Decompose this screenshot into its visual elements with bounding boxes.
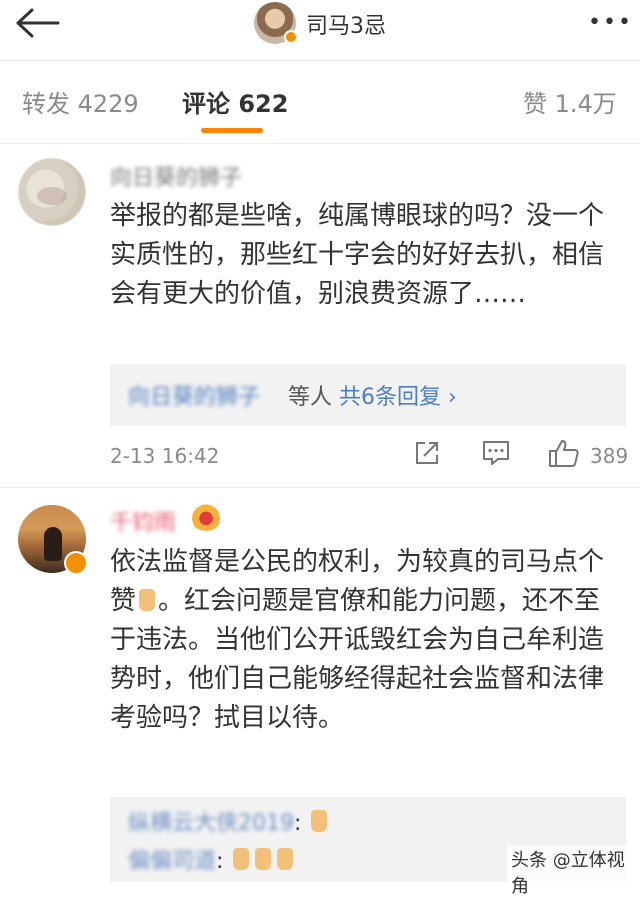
comment-username[interactable]: 向日葵的狮子 [110, 160, 242, 192]
thumbs-up-emoji [255, 848, 272, 870]
comment-username[interactable]: 千钧雨 [110, 505, 176, 537]
avatar[interactable] [18, 158, 86, 226]
share-icon[interactable] [414, 440, 440, 466]
reply-colon: : [216, 849, 224, 874]
view-replies-link[interactable]: 共6条回复 › [339, 385, 457, 410]
comment-icon[interactable] [482, 440, 510, 466]
divider [0, 60, 640, 61]
back-arrow-icon[interactable] [14, 8, 60, 38]
comment-text-part: 。红会问题是官僚和能力问题，还不至于违法。当他们公开诋毁红会为自己牟利造势时，他… [110, 586, 605, 733]
reply-line[interactable]: 偏偏司道: [128, 843, 296, 875]
comment-text: 举报的都是些啥，纯属博眼球的吗？没一个实质性的，那些红十字会的好好去扒，相信会有… [110, 201, 605, 309]
divider [0, 143, 640, 144]
tab-repost[interactable]: 转发 4229 [22, 84, 139, 119]
more-icon[interactable]: ••• [588, 10, 633, 35]
comment-text: 依法监督是公民的权利，为较真的司马点个赞 。红会问题是官僚和能力问题，还不至于违法… [110, 543, 620, 738]
divider [0, 487, 640, 488]
thumbs-up-emoji [139, 589, 156, 611]
reply-line[interactable]: 纵横云大侠2019: [128, 805, 330, 837]
page-title[interactable]: 司马3忌 [306, 8, 386, 40]
reply-etc-label: 等人 [288, 385, 333, 410]
thumbs-up-emoji [277, 848, 294, 870]
reply-username[interactable]: 向日葵的狮子 [128, 379, 260, 411]
crown-icon [190, 503, 222, 531]
tab-active-indicator [201, 128, 263, 133]
top-bar: 司马3忌 ••• [0, 0, 640, 46]
thumbs-up-emoji [311, 810, 328, 832]
reply-username[interactable]: 纵横云大侠2019 [128, 811, 294, 836]
verified-badge-icon [64, 551, 88, 575]
tab-like[interactable]: 赞 1.4万 [523, 84, 617, 119]
comment-timestamp: 2-13 16:42 [110, 444, 220, 468]
reply-summary[interactable]: 向日葵的狮子 等人 共6条回复 › [110, 364, 626, 426]
watermark: 头条 @立体视角 [507, 845, 640, 899]
tab-comment[interactable]: 评论 622 [182, 84, 288, 119]
verified-badge-icon [284, 30, 298, 44]
like-count: 389 [590, 444, 629, 468]
reply-username[interactable]: 偏偏司道 [128, 849, 216, 874]
like-icon[interactable] [548, 438, 580, 468]
reply-colon: : [294, 811, 302, 836]
thumbs-up-emoji [233, 848, 250, 870]
